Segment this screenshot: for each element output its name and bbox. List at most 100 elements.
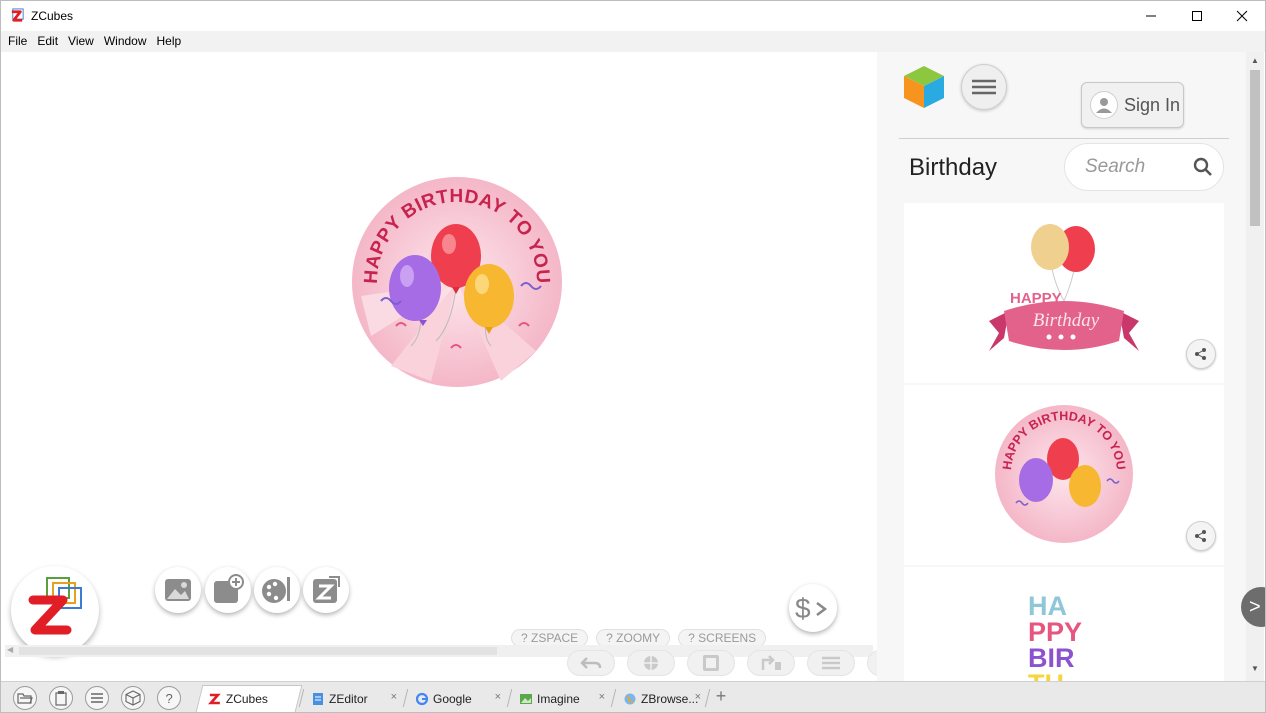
- category-title: Birthday: [909, 154, 998, 181]
- share-arrow-button[interactable]: [747, 650, 795, 676]
- content-panel: Sign In Birthday Search HAPPY Birthday H…: [877, 52, 1246, 681]
- image-edit-button[interactable]: [155, 567, 201, 613]
- result-card[interactable]: HAPPY Birthday: [904, 203, 1224, 383]
- zcubes-edit-button[interactable]: [303, 567, 349, 613]
- google-icon: [415, 692, 429, 705]
- tab-label: ZCubes: [225, 692, 268, 706]
- svg-text:$: $: [795, 593, 811, 624]
- cube-logo-icon[interactable]: [902, 64, 946, 110]
- close-button[interactable]: [1219, 1, 1265, 31]
- undo-icon: [580, 657, 602, 669]
- minimize-button[interactable]: [1128, 1, 1174, 31]
- share-icon: [1195, 530, 1206, 542]
- menu-window[interactable]: Window: [99, 31, 152, 52]
- scroll-up-icon[interactable]: ▲: [1251, 56, 1259, 65]
- tab-zcubes[interactable]: ZCubes: [195, 685, 303, 712]
- globe-icon: [624, 693, 636, 704]
- menu-help[interactable]: Help: [152, 31, 187, 52]
- folder-open-icon: [17, 693, 33, 704]
- menu-button[interactable]: [85, 686, 109, 710]
- bottom-taskbar: ? ZCubes ZEditor × Google × Imagine × ZB…: [1, 681, 1265, 712]
- tab-zeditor[interactable]: ZEditor ×: [303, 685, 403, 712]
- help-button[interactable]: ?: [157, 686, 181, 710]
- window-title: ZCubes: [31, 9, 74, 23]
- zcubes-logo-icon: [28, 577, 82, 635]
- maximize-icon: [1192, 11, 1202, 21]
- share-icon: [1195, 348, 1206, 360]
- add-block-icon: [214, 574, 244, 603]
- app-window: ZCubes File Edit View Window Help HAPPY …: [0, 0, 1266, 713]
- menu-file[interactable]: File: [3, 31, 32, 52]
- search-icon[interactable]: [1193, 157, 1213, 177]
- happy-birthday-text-image: HA PPY BIR TH: [1028, 591, 1082, 681]
- sign-in-button[interactable]: Sign In: [1081, 82, 1184, 128]
- horizontal-scroll-thumb[interactable]: [19, 647, 497, 655]
- new-tab-button[interactable]: +: [711, 687, 731, 707]
- document-icon: [313, 692, 323, 705]
- price-button[interactable]: $: [789, 584, 837, 632]
- tab-imagine[interactable]: Imagine ×: [511, 685, 611, 712]
- list-icon: [822, 656, 840, 670]
- menu-view[interactable]: View: [63, 31, 99, 52]
- card-line-4: TH: [1028, 669, 1064, 681]
- paint-palette-icon: [262, 577, 290, 603]
- birthday-banner-image: HAPPY Birthday: [989, 224, 1139, 351]
- tab-label: Imagine: [537, 691, 580, 706]
- scroll-left-icon[interactable]: ◀: [7, 645, 13, 654]
- menu-edit[interactable]: Edit: [32, 31, 63, 52]
- scroll-down-icon[interactable]: ▼: [1251, 664, 1259, 673]
- frame-button[interactable]: [687, 650, 735, 676]
- menu-bar: File Edit View Window Help: [1, 31, 1265, 52]
- user-avatar-icon: [1090, 91, 1118, 119]
- search-input[interactable]: Search: [1085, 156, 1145, 178]
- undo-button[interactable]: [567, 650, 615, 676]
- cube-button[interactable]: [121, 686, 145, 710]
- clipboard-button[interactable]: [49, 686, 73, 710]
- expand-arrow-label: >: [1249, 595, 1261, 618]
- tab-zbrowse[interactable]: ZBrowse... ×: [615, 685, 707, 712]
- result-card[interactable]: HAPPY BIRTHDAY TO YOU: [904, 385, 1224, 565]
- tab-close-icon[interactable]: ×: [599, 691, 605, 703]
- tab-close-icon[interactable]: ×: [391, 691, 397, 703]
- add-block-button[interactable]: [205, 567, 251, 613]
- search-box[interactable]: Search: [1064, 143, 1224, 191]
- tab-google[interactable]: Google ×: [407, 685, 507, 712]
- vertical-scroll-thumb[interactable]: [1250, 70, 1260, 226]
- tab-close-icon[interactable]: ×: [495, 691, 501, 703]
- cube-icon: [125, 690, 141, 706]
- dollar-arrow-icon: $: [795, 593, 828, 624]
- tab-label: ZBrowse...: [641, 691, 699, 706]
- tab-label: ZEditor: [329, 691, 368, 706]
- banner-small-text: HAPPY: [1010, 290, 1062, 307]
- zcubes-edit-icon: [313, 576, 340, 603]
- zcubes-logo-button[interactable]: [11, 566, 99, 654]
- result-card[interactable]: HA PPY BIR TH: [904, 567, 1224, 681]
- zcubes-z-icon: [208, 693, 221, 705]
- list-button[interactable]: [807, 650, 855, 676]
- help-icon: ?: [166, 691, 173, 705]
- hamburger-menu-button[interactable]: [961, 64, 1007, 110]
- minimize-icon: [1146, 15, 1156, 17]
- zspace-canvas[interactable]: HAPPY BIRTHDAY TO YOU HAPPY BIRTHDAY TO …: [1, 52, 915, 681]
- title-bar: ZCubes: [1, 1, 1265, 31]
- tab-close-icon[interactable]: ×: [695, 691, 701, 703]
- banner-script-text: Birthday: [1033, 310, 1100, 331]
- close-icon: [1236, 10, 1248, 22]
- maximize-button[interactable]: [1174, 1, 1220, 31]
- sign-in-label: Sign In: [1124, 94, 1181, 115]
- svg-text:?: ?: [166, 691, 173, 705]
- clipboard-icon: [55, 691, 67, 706]
- birthday-sticker[interactable]: HAPPY BIRTHDAY TO YOU HAPPY BIRTHDAY TO …: [351, 176, 563, 388]
- open-folder-button[interactable]: [13, 686, 37, 710]
- panel-divider: [899, 138, 1229, 139]
- web-button[interactable]: [627, 650, 675, 676]
- share-button[interactable]: [1186, 521, 1216, 551]
- web-icon: [644, 656, 658, 670]
- image-icon: [520, 693, 532, 704]
- navigation-strip: [567, 650, 915, 676]
- hamburger-icon: [972, 79, 996, 95]
- share-button[interactable]: [1186, 339, 1216, 369]
- birthday-sticker-thumbnail: HAPPY BIRTHDAY TO YOU: [995, 405, 1133, 543]
- paint-palette-button[interactable]: [254, 567, 300, 613]
- share-arrow-icon: [761, 655, 781, 670]
